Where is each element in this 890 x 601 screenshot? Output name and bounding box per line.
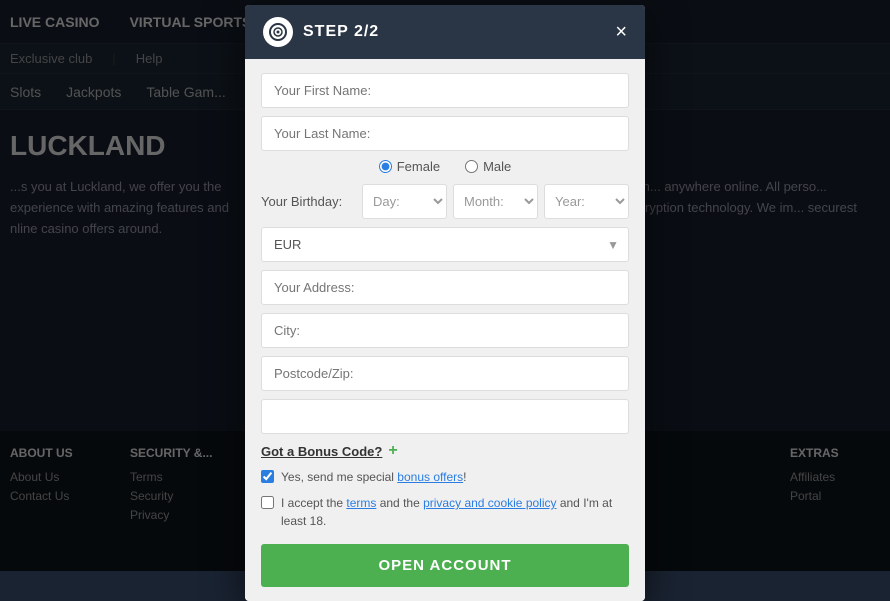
modal-overlay: STEP 2/2 × Female Male Your Birt (0, 0, 890, 571)
bonus-plus-icon: + (388, 442, 397, 460)
address-input[interactable] (261, 270, 629, 305)
special-offers-checkbox-row: Yes, send me special bonus offers! (261, 468, 629, 486)
gender-female-label[interactable]: Female (379, 159, 440, 174)
first-name-input[interactable] (261, 73, 629, 108)
gender-female-text: Female (397, 159, 440, 174)
modal-header: STEP 2/2 × (245, 5, 645, 59)
gender-radio-group: Female Male (261, 159, 629, 174)
birthday-label: Your Birthday: (261, 194, 356, 209)
postcode-input[interactable] (261, 356, 629, 391)
gender-male-radio[interactable] (465, 160, 478, 173)
terms-checkbox[interactable] (261, 496, 274, 509)
gender-female-radio[interactable] (379, 160, 392, 173)
terms-checkbox-row: I accept the terms and the privacy and c… (261, 494, 629, 530)
bonus-offers-link[interactable]: bonus offers (397, 470, 463, 484)
special-offers-text: Yes, send me special bonus offers! (281, 468, 466, 486)
birthday-day-select[interactable]: Day: (362, 184, 447, 219)
modal-title: STEP 2/2 (303, 23, 379, 41)
gender-male-text: Male (483, 159, 511, 174)
special-offers-checkbox[interactable] (261, 470, 274, 483)
open-account-button[interactable]: OPEN ACCOUNT (261, 544, 629, 587)
modal-header-left: STEP 2/2 (263, 17, 379, 47)
terms-link[interactable]: terms (346, 496, 376, 510)
currency-select[interactable]: EUR USD GBP (261, 227, 629, 262)
gender-male-label[interactable]: Male (465, 159, 511, 174)
modal-body: Female Male Your Birthday: Day: Month: Y… (245, 59, 645, 601)
terms-text: I accept the terms and the privacy and c… (281, 494, 629, 530)
birthday-month-select[interactable]: Month: (453, 184, 538, 219)
bonus-code-text: Got a Bonus Code? (261, 444, 382, 459)
currency-wrapper: EUR USD GBP ▼ (261, 227, 629, 262)
extra-field-input[interactable] (261, 399, 629, 434)
birthday-row: Your Birthday: Day: Month: Year: (261, 184, 629, 219)
modal-logo (263, 17, 293, 47)
last-name-input[interactable] (261, 116, 629, 151)
privacy-policy-link[interactable]: privacy and cookie policy (423, 496, 556, 510)
city-input[interactable] (261, 313, 629, 348)
registration-modal: STEP 2/2 × Female Male Your Birt (245, 5, 645, 601)
modal-close-button[interactable]: × (615, 22, 627, 42)
birthday-year-select[interactable]: Year: (544, 184, 629, 219)
bonus-code-row[interactable]: Got a Bonus Code? + (261, 442, 629, 460)
